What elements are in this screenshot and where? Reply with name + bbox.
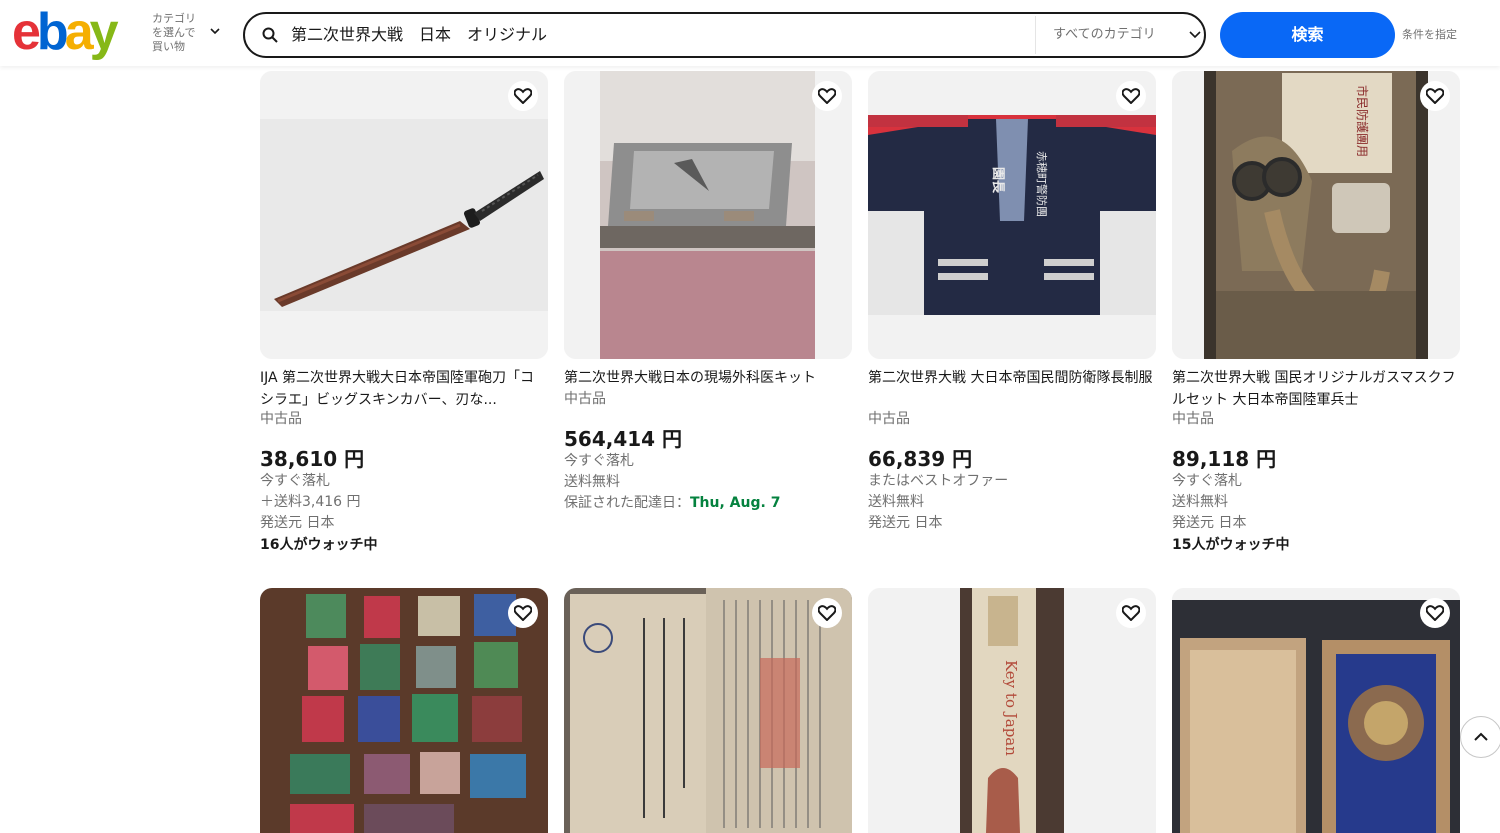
sword-image xyxy=(260,71,548,359)
listing-title[interactable]: IJA 第二次世界大戦大日本帝国陸軍砲刀「コシラエ」ビッグスキンカバー、刃な..… xyxy=(260,367,548,411)
listing-card[interactable]: IJA 第二次世界大戦大日本帝国陸軍砲刀「コシラエ」ビッグスキンカバー、刃な..… xyxy=(260,71,548,561)
logo-letter-a: a xyxy=(64,3,94,61)
listing-price: 38,610 円 xyxy=(260,447,365,471)
listing-card[interactable]: 市民防護團用 第二次世界大戦 国民オリジナルガスマスクフルセット 大日本帝国陸軍… xyxy=(1172,71,1460,561)
listing-condition: 中古品 xyxy=(1172,411,1214,427)
listing-image[interactable] xyxy=(260,71,548,359)
listing-buy-format: 今すぐ落札 xyxy=(564,453,634,469)
heart-icon xyxy=(514,88,532,104)
chevron-down-icon xyxy=(1189,31,1201,39)
search-bar: 第二次世界大戦 日本 オリジナル すべてのカテゴリ xyxy=(243,12,1206,58)
listing-shipping: 送料無料 xyxy=(868,494,924,510)
shop-by-category-line-2: を選んで xyxy=(152,26,196,39)
document-image xyxy=(564,588,852,833)
ebay-logo[interactable]: ebay xyxy=(12,3,119,61)
stamps-image xyxy=(260,588,548,833)
coat-text-left: 園長 xyxy=(990,167,1006,194)
listing-title[interactable]: 第二次世界大戦 国民オリジナルガスマスクフルセット 大日本帝国陸軍兵士 xyxy=(1172,367,1460,411)
listing-image[interactable] xyxy=(564,588,852,833)
gasmask-box-text: 市民防護團用 xyxy=(1355,85,1370,157)
gas-mask-image: 市民防護團用 xyxy=(1172,71,1460,359)
watch-heart-button[interactable] xyxy=(508,598,538,628)
listing-card[interactable] xyxy=(260,588,548,833)
listing-card[interactable] xyxy=(564,588,852,833)
listing-card[interactable] xyxy=(1172,588,1460,833)
watch-heart-button[interactable] xyxy=(1420,81,1450,111)
listing-condition: 中古品 xyxy=(868,411,910,427)
shop-by-category-button[interactable]: カテゴリ を選んで 買い物 xyxy=(152,12,232,56)
listing-buy-format: 今すぐ落札 xyxy=(1172,473,1242,489)
listing-price: 89,118 円 xyxy=(1172,447,1277,471)
logo-letter-e: e xyxy=(12,3,41,61)
listing-buy-format: またはベストオファー xyxy=(868,473,1009,489)
listing-price: 66,839 円 xyxy=(868,447,973,471)
listing-delivery: 保証された配達日：Thu, Aug. 7 xyxy=(564,493,780,513)
listing-image[interactable]: 市民防護團用 xyxy=(1172,71,1460,359)
listing-card[interactable]: Key to Japan xyxy=(868,588,1156,833)
watch-heart-button[interactable] xyxy=(1116,81,1146,111)
heart-icon xyxy=(818,88,836,104)
delivery-date: Thu, Aug. 7 xyxy=(690,495,781,511)
listing-shipping: ＋送料3,416 円 xyxy=(260,494,361,510)
coat-text-right: 赤穂町警防團 xyxy=(1035,151,1049,217)
header: ebay カテゴリ を選んで 買い物 第二次世界大戦 日本 オリジナル すべての… xyxy=(0,0,1500,66)
heart-icon xyxy=(1426,88,1444,104)
coat-image: 園長 赤穂町警防團 xyxy=(868,71,1156,359)
listing-buy-format: 今すぐ落札 xyxy=(260,473,330,489)
listing-image[interactable]: 園長 赤穂町警防團 xyxy=(868,71,1156,359)
listing-image[interactable] xyxy=(260,588,548,833)
listing-condition: 中古品 xyxy=(260,411,302,427)
book-spine-text: Key to Japan xyxy=(1002,660,1020,756)
listing-price: 564,414 円 xyxy=(564,427,683,451)
listing-card[interactable]: 第二次世界大戦日本の現場外科医キット 中古品 564,414 円 今すぐ落札 送… xyxy=(564,71,852,521)
search-icon xyxy=(262,27,278,43)
surgeon-kit-image xyxy=(564,71,852,359)
medal-box-image xyxy=(1172,588,1460,833)
listing-title[interactable]: 第二次世界大戦 大日本帝国民間防衛隊長制服 xyxy=(868,367,1156,411)
listing-location: 発送元 日本 xyxy=(260,515,335,531)
watch-heart-button[interactable] xyxy=(812,81,842,111)
listing-card[interactable]: 園長 赤穂町警防團 第二次世界大戦 大日本帝国民間防衛隊長制服 中古品 66,8… xyxy=(868,71,1156,541)
search-divider xyxy=(1035,16,1036,54)
search-button[interactable]: 検索 xyxy=(1220,12,1395,58)
listing-image[interactable]: Key to Japan xyxy=(868,588,1156,833)
listing-image[interactable] xyxy=(1172,588,1460,833)
watch-heart-button[interactable] xyxy=(1420,598,1450,628)
book-image: Key to Japan xyxy=(868,588,1156,833)
heart-icon xyxy=(818,605,836,621)
back-to-top-button[interactable] xyxy=(1460,716,1500,758)
shop-by-category-line-1: カテゴリ xyxy=(152,12,196,25)
delivery-label: 保証された配達日： xyxy=(564,495,690,511)
watch-heart-button[interactable] xyxy=(1116,598,1146,628)
listing-shipping: 送料無料 xyxy=(564,474,620,490)
watch-heart-button[interactable] xyxy=(508,81,538,111)
heart-icon xyxy=(514,605,532,621)
heart-icon xyxy=(1122,605,1140,621)
category-select-value: すべてのカテゴリ xyxy=(1053,27,1156,42)
shop-by-category-line-3: 買い物 xyxy=(152,40,185,53)
advanced-search-link[interactable]: 条件を指定 xyxy=(1402,26,1457,42)
listing-location: 発送元 日本 xyxy=(868,515,943,531)
listing-location: 発送元 日本 xyxy=(1172,515,1247,531)
listing-image[interactable] xyxy=(564,71,852,359)
listing-condition: 中古品 xyxy=(564,391,606,407)
listing-title[interactable]: 第二次世界大戦日本の現場外科医キット xyxy=(564,367,852,389)
logo-letter-b: b xyxy=(36,3,69,61)
category-select[interactable]: すべてのカテゴリ xyxy=(1053,14,1201,56)
heart-icon xyxy=(1426,605,1444,621)
logo-letter-y: y xyxy=(89,3,119,61)
listing-shipping: 送料無料 xyxy=(1172,494,1228,510)
watch-heart-button[interactable] xyxy=(812,598,842,628)
listing-watchers: 15人がウォッチ中 xyxy=(1172,537,1290,553)
heart-icon xyxy=(1122,88,1140,104)
chevron-up-icon xyxy=(1474,732,1488,741)
chevron-down-icon xyxy=(210,28,220,35)
search-input[interactable]: 第二次世界大戦 日本 オリジナル xyxy=(291,14,1021,56)
listing-watchers: 16人がウォッチ中 xyxy=(260,537,378,553)
